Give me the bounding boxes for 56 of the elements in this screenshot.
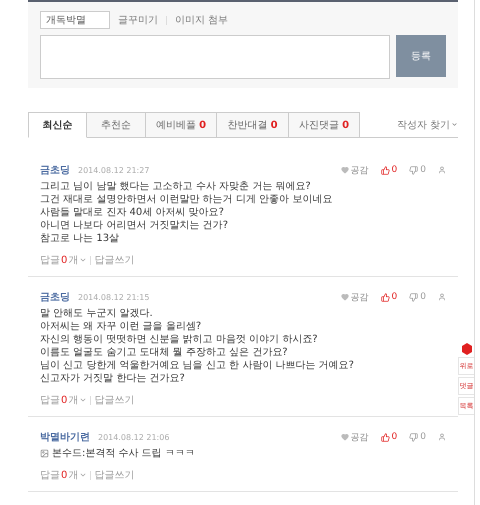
- comment-text: 그리고 님이 남말 했다는 고소하고 수사 자맞춘 거는 뭐에요?: [40, 180, 312, 193]
- comment-text: 그건 재대로 설명안하면서 이런말만 하는거 디게 안좋아 보이네요: [40, 193, 334, 206]
- comment-text: 님이 신고 당한게 억울한거예요 님을 신고 한 사람이 나쁘다는 거예요?: [40, 359, 355, 372]
- author-search-dropdown[interactable]: 작성자 찾기: [396, 118, 458, 132]
- image-icon: [40, 449, 49, 458]
- like-button[interactable]: 0: [380, 292, 398, 302]
- comment-text: 본수드:본격적 수사 드립 ㅋㅋㅋ: [40, 447, 446, 460]
- sort-tab[interactable]: 찬반대결 0: [217, 112, 289, 138]
- dislike-button[interactable]: 0: [409, 432, 426, 442]
- write-reply-link[interactable]: 답글쓰기: [94, 393, 134, 407]
- heart-icon: [340, 293, 349, 301]
- like-button[interactable]: 0: [380, 432, 398, 442]
- author-link[interactable]: 금초딩: [40, 290, 70, 304]
- comment-text: 참고로 나는 13살: [40, 232, 120, 245]
- empathy-button[interactable]: 공감: [340, 430, 369, 444]
- comment-input-field[interactable]: [40, 35, 390, 79]
- sort-tab[interactable]: 예비베플 0: [146, 112, 217, 138]
- dislike-button[interactable]: 0: [409, 292, 426, 302]
- author-link[interactable]: 금초딩: [40, 163, 70, 177]
- comment-time: 2014.08.12 21:06: [98, 432, 170, 442]
- caret-icon: [451, 121, 458, 128]
- like-button[interactable]: 0: [380, 165, 398, 175]
- user-icon[interactable]: [438, 166, 446, 174]
- heart-icon: [340, 166, 349, 174]
- toolbar-link[interactable]: 글꾸미기: [118, 13, 158, 27]
- sort-tab[interactable]: 사진댓글 0: [289, 112, 360, 138]
- caret-icon: [79, 256, 88, 264]
- comment-time: 2014.08.12 21:27: [78, 166, 150, 174]
- comment-text: 사람들 말대로 진자 40세 아저씨 맞아요?: [40, 206, 225, 219]
- toolbar-link[interactable]: 이미지 첨부: [175, 13, 228, 27]
- reply-count-toggle[interactable]: 답글0개: [40, 393, 88, 407]
- heart-icon: [340, 433, 349, 441]
- author-link[interactable]: 박멸바기련: [40, 430, 90, 444]
- caret-icon: [79, 471, 88, 479]
- hexagon-icon[interactable]: [460, 343, 472, 355]
- empathy-button[interactable]: 공감: [340, 164, 369, 176]
- reply-count-toggle[interactable]: 답글0개: [40, 253, 88, 267]
- dislike-button[interactable]: 0: [409, 165, 426, 175]
- caret-icon: [79, 396, 88, 404]
- name-field[interactable]: 개독박멸: [40, 11, 110, 29]
- empathy-button[interactable]: 공감: [340, 290, 369, 304]
- comment-text: 자신의 행동이 떳떳하면 신분을 밝히고 마음껏 이야기 하시죠?: [40, 333, 319, 346]
- write-reply-link[interactable]: 답글쓰기: [94, 468, 134, 482]
- comment-text: 말 안해도 누군지 알겠다.: [40, 307, 154, 320]
- write-reply-link[interactable]: 답글쓰기: [94, 253, 134, 267]
- comment-text: 아저씨는 왜 자꾸 이런 글을 올리셈?: [40, 320, 202, 333]
- user-icon[interactable]: [438, 433, 446, 441]
- user-icon[interactable]: [438, 293, 446, 301]
- comment-text: 이름도 얼굴도 숨기고 도대체 뭘 주장하고 싶은 건가요?: [40, 346, 289, 359]
- submit-button[interactable]: 등록: [396, 35, 446, 77]
- sort-tab[interactable]: 추천순: [87, 112, 146, 138]
- sort-tab[interactable]: 최신순: [28, 112, 87, 138]
- comment-time: 2014.08.12 21:15: [78, 292, 150, 302]
- comment-text: 아니면 나보다 어리면서 거짓말치는 건가?: [40, 219, 230, 232]
- comment-text: 신고자가 거짓말 한다는 건가요?: [40, 372, 186, 385]
- reply-count-toggle[interactable]: 답글0개: [40, 468, 88, 482]
